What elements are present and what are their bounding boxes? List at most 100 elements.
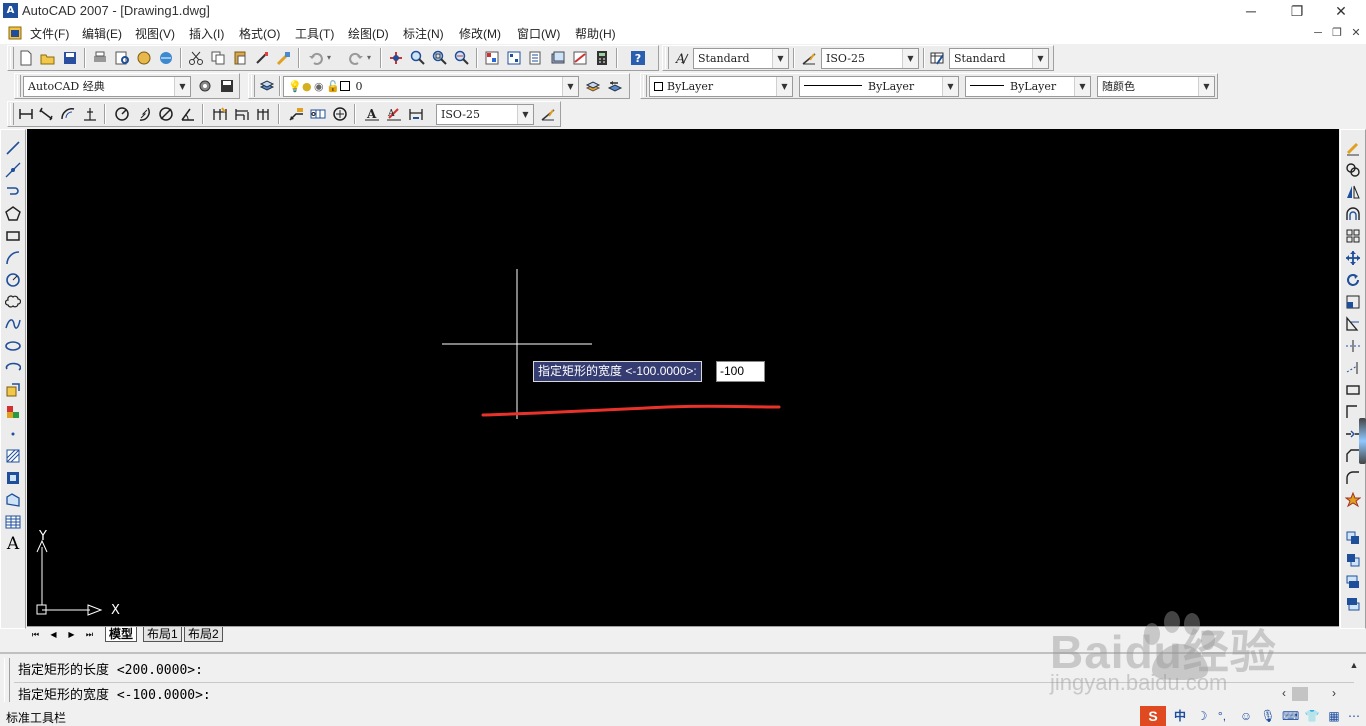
- ime-skin-icon[interactable]: 👕: [1304, 708, 1320, 724]
- command-grip[interactable]: [4, 658, 10, 702]
- scale-icon[interactable]: [1343, 292, 1363, 312]
- table-style-icon[interactable]: [927, 48, 947, 68]
- menu-item[interactable]: 窗口(W): [517, 25, 560, 42]
- cut-icon[interactable]: [186, 48, 206, 68]
- undo-dropdown-icon[interactable]: ▾: [324, 48, 334, 68]
- make-block-icon[interactable]: [3, 402, 23, 422]
- linear-dimension-icon[interactable]: [16, 104, 36, 124]
- save-workspace-icon[interactable]: [217, 76, 237, 96]
- tab-layout2[interactable]: 布局2: [184, 627, 223, 642]
- dynamic-input-field[interactable]: -100: [716, 361, 765, 382]
- tolerance-icon[interactable]: [308, 104, 328, 124]
- plot-style-select[interactable]: 随颜色 ▼: [1097, 76, 1215, 97]
- stretch-icon[interactable]: [1343, 314, 1363, 334]
- arc-icon[interactable]: [3, 248, 23, 268]
- block-editor-icon[interactable]: [274, 48, 294, 68]
- properties-icon[interactable]: [482, 48, 502, 68]
- menu-item[interactable]: 插入(I): [189, 25, 224, 42]
- design-center-icon[interactable]: [504, 48, 524, 68]
- doc-minimize-button[interactable]: ─: [1309, 25, 1327, 41]
- menu-item[interactable]: 帮助(H): [575, 25, 616, 42]
- zoom-window-icon[interactable]: [430, 48, 450, 68]
- send-to-back-icon[interactable]: [1343, 550, 1363, 570]
- menu-item[interactable]: 修改(M): [459, 25, 501, 42]
- sheet-set-icon[interactable]: [548, 48, 568, 68]
- toolbar-grip[interactable]: [665, 47, 669, 69]
- point-icon[interactable]: [3, 424, 23, 444]
- zoom-realtime-icon[interactable]: [408, 48, 428, 68]
- match-properties-icon[interactable]: [252, 48, 272, 68]
- ordinate-dimension-icon[interactable]: [80, 104, 100, 124]
- tab-first-icon[interactable]: ⏮: [29, 628, 42, 641]
- polygon-icon[interactable]: [3, 204, 23, 224]
- multiline-text-icon[interactable]: A: [3, 534, 23, 554]
- ime-keyboard-icon[interactable]: ⌨: [1282, 708, 1299, 724]
- move-icon[interactable]: [1343, 248, 1363, 268]
- redo-icon[interactable]: [346, 48, 366, 68]
- document-icon[interactable]: [7, 25, 23, 41]
- copy-object-icon[interactable]: [1343, 160, 1363, 180]
- text-style-icon[interactable]: A: [671, 48, 691, 68]
- dimension-toolbar-style-select[interactable]: ISO-25 ▼: [436, 104, 534, 125]
- quick-leader-icon[interactable]: [286, 104, 306, 124]
- table-style-select[interactable]: Standard ▼: [949, 48, 1049, 69]
- tab-model[interactable]: 模型: [105, 627, 138, 642]
- doc-restore-button[interactable]: ❐: [1328, 25, 1346, 41]
- scroll-thumb[interactable]: [1292, 687, 1308, 701]
- ellipse-arc-icon[interactable]: [3, 358, 23, 378]
- radius-dimension-icon[interactable]: [112, 104, 132, 124]
- layer-select[interactable]: 💡● ◉ 🔓 0 ▼: [283, 76, 579, 97]
- new-file-icon[interactable]: [16, 48, 36, 68]
- insert-block-icon[interactable]: [3, 380, 23, 400]
- toolbar-grip[interactable]: [10, 103, 14, 125]
- explode-icon[interactable]: [1343, 490, 1363, 510]
- continue-dimension-icon[interactable]: [254, 104, 274, 124]
- menu-item[interactable]: 编辑(E): [82, 25, 122, 42]
- tab-next-icon[interactable]: ▶: [65, 628, 78, 641]
- mirror-icon[interactable]: [1343, 182, 1363, 202]
- command-window[interactable]: 指定矩形的长度 <200.0000>: 指定矩形的宽度 <-100.0000>:…: [0, 652, 1366, 706]
- doc-close-button[interactable]: ✕: [1347, 25, 1365, 41]
- workspace-select[interactable]: AutoCAD 经典 ▼: [23, 76, 191, 97]
- ime-mic-icon[interactable]: 🎙: [1260, 708, 1276, 724]
- ime-more-icon[interactable]: ⋯: [1346, 708, 1362, 724]
- spline-icon[interactable]: [3, 314, 23, 334]
- toolbar-grip[interactable]: [17, 75, 21, 97]
- open-file-icon[interactable]: [38, 48, 58, 68]
- quick-dimension-icon[interactable]: [210, 104, 230, 124]
- menu-item[interactable]: 工具(T): [295, 25, 334, 42]
- menu-item[interactable]: 视图(V): [135, 25, 175, 42]
- bring-above-icon[interactable]: [1343, 572, 1363, 592]
- scroll-right-icon[interactable]: ›: [1326, 684, 1342, 702]
- zoom-previous-icon[interactable]: [452, 48, 472, 68]
- minimize-button[interactable]: ─: [1228, 0, 1274, 22]
- hatch-icon[interactable]: [3, 446, 23, 466]
- angular-dimension-icon[interactable]: [178, 104, 198, 124]
- array-icon[interactable]: [1343, 226, 1363, 246]
- jogged-dimension-icon[interactable]: [134, 104, 154, 124]
- plot-preview-icon[interactable]: [112, 48, 132, 68]
- menu-item[interactable]: 标注(N): [403, 25, 444, 42]
- toolbar-grip[interactable]: [251, 75, 255, 97]
- region-icon[interactable]: [3, 490, 23, 510]
- quickcalc-icon[interactable]: [592, 48, 612, 68]
- fillet-icon[interactable]: [1343, 468, 1363, 488]
- polyline-icon[interactable]: [3, 182, 23, 202]
- toolbar-grip[interactable]: [643, 75, 647, 97]
- menu-item[interactable]: 文件(F): [30, 25, 69, 42]
- pan-realtime-icon[interactable]: [386, 48, 406, 68]
- 3d-dwf-icon[interactable]: [156, 48, 176, 68]
- rotate-icon[interactable]: [1343, 270, 1363, 290]
- close-button[interactable]: ✕: [1318, 0, 1364, 22]
- command-scroll-up-icon[interactable]: ▲: [1346, 656, 1362, 674]
- scroll-handle[interactable]: [1359, 418, 1366, 464]
- toolbar-grip[interactable]: [10, 47, 14, 69]
- revision-cloud-icon[interactable]: [3, 292, 23, 312]
- workspace-settings-icon[interactable]: [195, 76, 215, 96]
- menu-item[interactable]: 格式(O): [239, 25, 280, 42]
- dimension-edit-icon[interactable]: A: [362, 104, 382, 124]
- dimension-style-manager-icon[interactable]: [538, 104, 558, 124]
- ime-moon-icon[interactable]: ☽: [1194, 708, 1210, 724]
- menu-item[interactable]: 绘图(D): [348, 25, 389, 42]
- dimension-update-icon[interactable]: [406, 104, 426, 124]
